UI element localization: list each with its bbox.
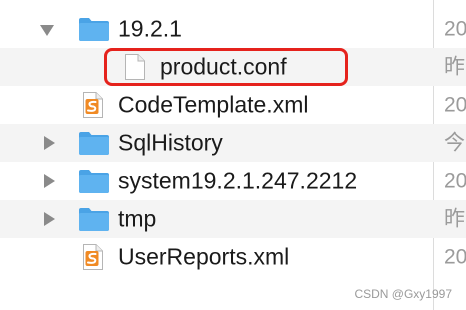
list-row-sqlhistory[interactable]: SqlHistory 今 [0, 124, 466, 162]
item-name: 19.2.1 [118, 15, 182, 42]
list-row-userreports-xml[interactable]: UserReports.xml 20 [0, 238, 466, 276]
disclosure-closed-icon[interactable] [44, 136, 55, 150]
item-name: CodeTemplate.xml [118, 91, 309, 118]
folder-icon [79, 170, 109, 193]
list-row-system-folder[interactable]: system19.2.1.247.2212 20 [0, 162, 466, 200]
date-modified: 20 [444, 245, 466, 269]
disclosure-closed-icon[interactable] [44, 212, 55, 226]
folder-icon [79, 18, 109, 41]
list-row-product-conf[interactable]: product.conf 昨 [0, 48, 466, 86]
date-modified: 20 [444, 169, 466, 193]
disclosure-closed-icon[interactable] [44, 174, 55, 188]
date-modified: 今 [444, 131, 465, 155]
folder-icon [79, 208, 109, 231]
disclosure-open-icon[interactable] [40, 25, 54, 36]
date-modified: 昨 [444, 207, 465, 231]
finder-list-view: 19.2.1 20 product.conf 昨 CodeTemplate.xm… [0, 0, 466, 310]
date-modified: 20 [444, 93, 466, 117]
item-name: product.conf [160, 53, 287, 80]
folder-icon [79, 132, 109, 155]
list-row-19.2.1[interactable]: 19.2.1 20 [0, 10, 466, 48]
item-name: system19.2.1.247.2212 [118, 167, 358, 194]
list-row-tmp[interactable]: tmp 昨 [0, 200, 466, 238]
date-modified: 20 [444, 17, 466, 41]
document-icon [125, 54, 145, 80]
date-modified: 昨 [444, 55, 465, 79]
xml-file-icon [83, 92, 103, 118]
list-row-codetemplate-xml[interactable]: CodeTemplate.xml 20 [0, 86, 466, 124]
item-name: tmp [118, 205, 157, 232]
item-name: UserReports.xml [118, 243, 290, 270]
item-name: SqlHistory [118, 129, 223, 156]
xml-file-icon [83, 244, 103, 270]
watermark: CSDN @Gxy1997 [354, 287, 452, 301]
